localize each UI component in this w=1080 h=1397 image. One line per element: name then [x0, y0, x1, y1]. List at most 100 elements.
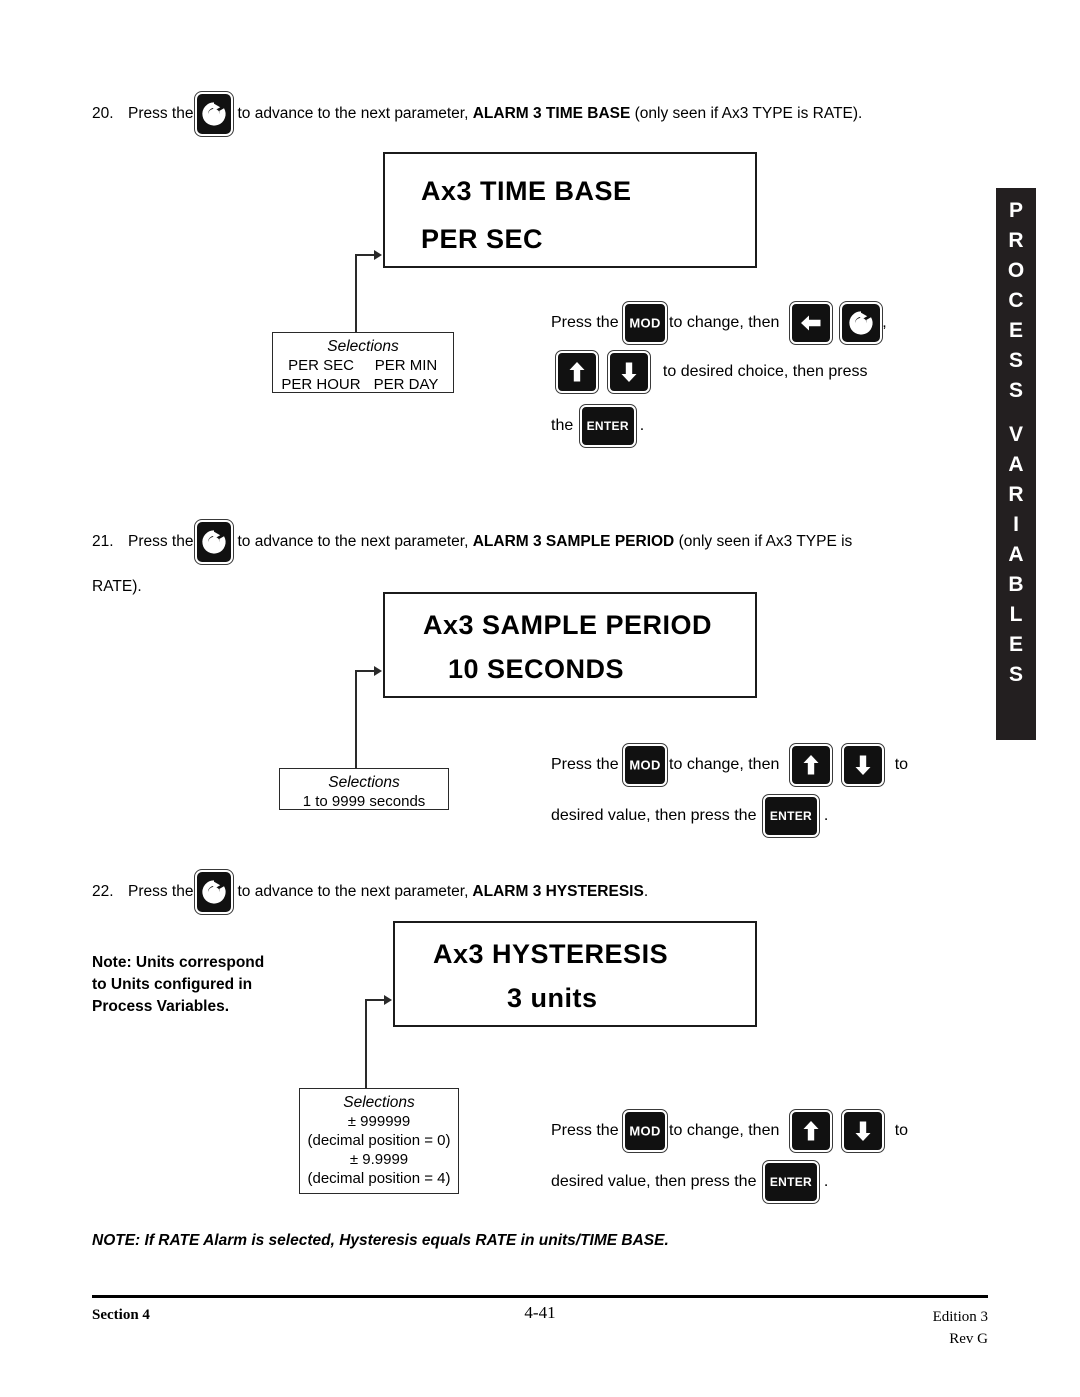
selections-range: 1 to 9999 seconds — [302, 793, 426, 810]
enter-key[interactable]: ENTER — [761, 1160, 820, 1204]
selection-option: PER DAY — [373, 376, 439, 393]
instruction-text: to — [894, 1122, 909, 1139]
side-tab-letter: L — [1009, 603, 1023, 626]
side-tab-letter: E — [1008, 633, 1023, 656]
instruction-text: Press the — [551, 314, 619, 331]
up-arrow-key[interactable] — [555, 350, 599, 394]
step-21-text-mid: to advance to the next parameter, — [237, 533, 469, 550]
step-21-parameter: ALARM 3 SAMPLE PERIOD — [472, 533, 675, 551]
selection-option: PER SEC — [288, 357, 354, 374]
footer-edition-line: Edition 3 — [932, 1309, 988, 1325]
lcd-line-2: 3 units — [507, 983, 598, 1013]
lcd-display-time-base: Ax3 TIME BASE PER SEC — [383, 152, 757, 268]
connector-selections-to-display-3 — [365, 991, 395, 1091]
advance-loop-key[interactable] — [194, 869, 235, 915]
footer-edition: Edition 3 Rev G — [838, 1306, 988, 1350]
advance-loop-key[interactable] — [194, 519, 235, 565]
lcd-line-2: PER SEC — [421, 224, 544, 254]
down-arrow-key[interactable] — [841, 743, 886, 787]
side-tab-letter: S — [1008, 663, 1023, 686]
enter-key[interactable]: ENTER — [761, 794, 820, 838]
instruction-line: desired value, then press the ENTER. — [551, 1154, 908, 1210]
instruction-text: the — [551, 417, 574, 434]
side-tab-letter: P — [1008, 199, 1023, 222]
lcd-display-hysteresis: Ax3 HYSTERESIS 3 units — [393, 921, 757, 1027]
side-tab-gap — [996, 406, 1036, 420]
instruction-block-time-base: Press the MOD to change, then , to desir… — [551, 300, 887, 454]
instruction-line: the ENTER. — [551, 398, 887, 454]
enter-key[interactable]: ENTER — [578, 404, 637, 448]
section-tab-process-variables: PROCESS VARIABLES — [996, 188, 1036, 740]
step-22-text-after: . — [643, 883, 649, 900]
step-20-text: 20. Press the to advance to the next para… — [92, 91, 862, 137]
instruction-line: Press the MOD to change, then , — [551, 300, 887, 346]
instruction-text: . — [823, 807, 829, 824]
down-arrow-key[interactable] — [607, 350, 652, 394]
selections-title: Selections — [343, 1094, 415, 1111]
side-tab-letter: R — [1008, 483, 1024, 506]
step-22-text-before: Press the — [128, 883, 194, 900]
footer-section: Section 4 — [92, 1307, 150, 1323]
selections-row: PER HOUR PER DAY — [273, 375, 453, 394]
lcd-line-1: Ax3 SAMPLE PERIOD — [423, 610, 713, 640]
step-20-text-before: Press the — [128, 105, 194, 122]
lcd-display-sample-period: Ax3 SAMPLE PERIOD 10 SECONDS — [383, 592, 757, 698]
footer-rev-line: Rev G — [949, 1331, 988, 1347]
mod-key[interactable]: MOD — [622, 743, 669, 787]
selections-row: PER SEC PER MIN — [273, 356, 453, 375]
note-line-1: Note: Units correspond — [92, 954, 265, 971]
instruction-text: to change, then — [669, 314, 780, 331]
instruction-text: desired value, then press the — [551, 807, 757, 824]
instruction-block-hysteresis: Press the MOD to change, then to desired … — [551, 1108, 908, 1210]
step-22-parameter: ALARM 3 HYSTERESIS — [472, 883, 644, 901]
lcd-line-2: 10 SECONDS — [448, 654, 625, 684]
connector-selections-to-display-1 — [355, 246, 385, 336]
instruction-text: Press the — [551, 1122, 619, 1139]
instruction-line: desired value, then press the ENTER. — [551, 788, 908, 844]
side-tab-word-process: PROCESS — [996, 196, 1036, 406]
lcd-line-1: Ax3 TIME BASE — [421, 176, 632, 206]
selections-note: (decimal position = 4) — [307, 1170, 451, 1187]
note-rate-alarm: NOTE: If RATE Alarm is selected, Hystere… — [92, 1232, 669, 1249]
selections-value: ± 9.9999 — [349, 1151, 409, 1168]
instruction-line: to desired choice, then press — [551, 346, 887, 398]
instruction-text: , — [882, 314, 887, 331]
instruction-line: Press the MOD to change, then to — [551, 742, 908, 788]
instruction-text: to desired choice, then press — [662, 363, 868, 380]
instruction-line: Press the MOD to change, then to — [551, 1108, 908, 1154]
instruction-block-sample-period: Press the MOD to change, then to desired … — [551, 742, 908, 844]
instruction-text: . — [823, 1173, 829, 1190]
step-22-text-mid: to advance to the next parameter, — [237, 883, 469, 900]
up-arrow-key[interactable] — [788, 1109, 833, 1153]
advance-loop-key[interactable] — [194, 91, 235, 137]
manual-page: PROCESS VARIABLES 20. Press the to advanc… — [0, 0, 1080, 1397]
side-tab-letter: V — [1008, 423, 1023, 446]
mod-key[interactable]: MOD — [622, 301, 669, 345]
note-units-correspond: Note: Units correspond to Units configur… — [92, 952, 264, 1018]
step-21-number: 21. — [92, 533, 114, 551]
selections-box-time-base: Selections PER SEC PER MIN PER HOUR PER DA… — [272, 332, 454, 393]
up-arrow-key[interactable] — [788, 743, 833, 787]
side-tab-letter: S — [1008, 379, 1023, 402]
instruction-text: Press the — [551, 756, 619, 773]
step-20-text-mid: to advance to the next parameter, — [237, 105, 469, 122]
note-line-3: Process Variables. — [92, 998, 230, 1015]
side-tab-letter: S — [1008, 349, 1023, 372]
selections-box-hysteresis: Selections ± 999999 (decimal position = … — [299, 1088, 459, 1194]
footer-rule — [92, 1295, 988, 1298]
step-21-text-after: (only seen if Ax3 TYPE is — [678, 533, 853, 550]
selections-box-sample-period: Selections 1 to 9999 seconds — [279, 768, 449, 810]
instruction-text: to — [894, 756, 909, 773]
mod-key[interactable]: MOD — [622, 1109, 669, 1153]
step-21-text-continued: RATE). — [92, 565, 142, 609]
left-arrow-key[interactable] — [788, 301, 833, 345]
instruction-text: to change, then — [669, 756, 780, 773]
side-tab-letter: A — [1008, 453, 1024, 476]
instruction-text: desired value, then press the — [551, 1173, 757, 1190]
advance-loop-key[interactable] — [839, 301, 884, 345]
side-tab-word-variables: VARIABLES — [996, 420, 1036, 690]
down-arrow-key[interactable] — [841, 1109, 886, 1153]
footer-page-number: 4-41 — [524, 1303, 556, 1322]
selection-option: PER MIN — [374, 357, 438, 374]
lcd-line-1: Ax3 HYSTERESIS — [433, 939, 669, 969]
